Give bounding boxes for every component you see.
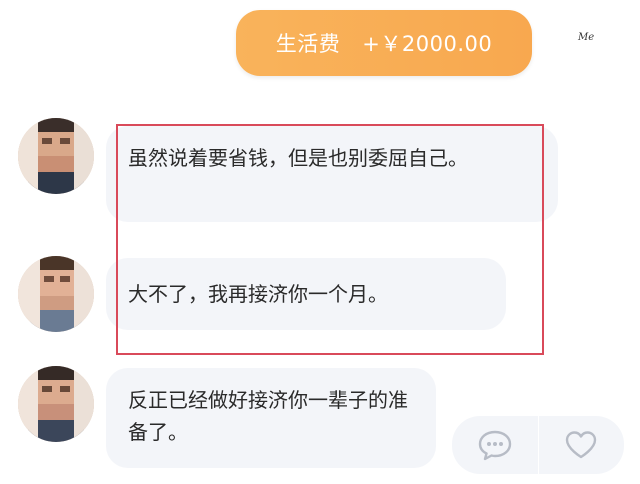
heart-icon bbox=[566, 431, 597, 459]
like-button[interactable] bbox=[539, 416, 625, 474]
message-text: 大不了，我再接济你一个月。 bbox=[128, 282, 388, 306]
message-text: 虽然说着要省钱，但是也别委屈自己。 bbox=[128, 146, 468, 170]
transfer-label: 生活费 bbox=[275, 32, 341, 56]
comment-button[interactable] bbox=[452, 416, 538, 474]
message-bubble[interactable]: 大不了，我再接济你一个月。 bbox=[106, 258, 506, 330]
avatar[interactable] bbox=[18, 118, 94, 194]
message-text: 反正已经做好接济你一辈子的准备了。 bbox=[128, 388, 408, 444]
message-actions bbox=[452, 416, 624, 474]
avatar[interactable] bbox=[18, 256, 94, 332]
transfer-card[interactable]: 生活费 +￥2000.00 bbox=[236, 10, 532, 76]
avatar-image bbox=[18, 118, 94, 194]
transfer-amount: +￥2000.00 bbox=[362, 32, 493, 56]
message-bubble[interactable]: 虽然说着要省钱，但是也别委屈自己。 bbox=[106, 126, 558, 222]
me-label: Me bbox=[578, 32, 595, 43]
comment-icon bbox=[478, 430, 511, 461]
message-bubble[interactable]: 反正已经做好接济你一辈子的准备了。 bbox=[106, 368, 436, 468]
avatar-image bbox=[18, 366, 94, 442]
avatar-image bbox=[18, 256, 94, 332]
avatar[interactable] bbox=[18, 366, 94, 442]
